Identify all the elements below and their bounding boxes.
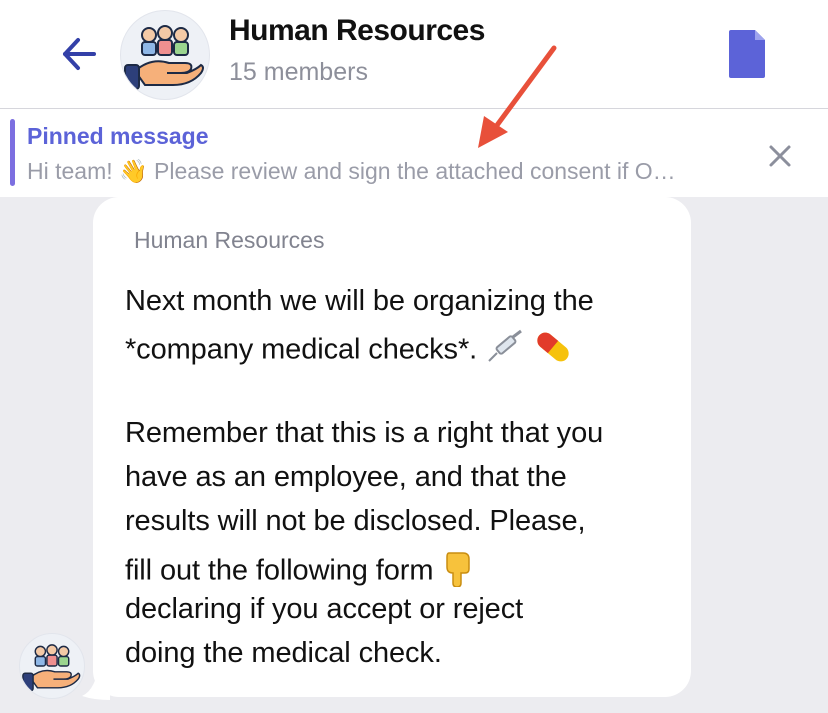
message-line: Remember that this is a right that you	[125, 417, 604, 449]
team-hand-icon	[22, 644, 81, 692]
pill-icon	[533, 329, 573, 373]
member-count: 15 members	[229, 58, 368, 86]
pinned-preview-text: Hi team! 👋 Please review and sign the at…	[27, 158, 676, 184]
message-line: results will not be disclosed. Please,	[125, 505, 586, 537]
document-icon	[729, 30, 765, 78]
pinned-accent-bar	[10, 119, 15, 186]
message-line: doing the medical check.	[125, 637, 442, 669]
pinned-title: Pinned message	[27, 123, 209, 149]
group-avatar[interactable]	[120, 10, 210, 100]
sender-avatar[interactable]	[19, 633, 85, 699]
message-line-text: *company medical checks*.	[125, 333, 478, 366]
syringe-icon	[485, 329, 525, 373]
message-line: Next month we will be organizing the	[125, 285, 594, 317]
message-sender: Human Resources	[134, 227, 325, 253]
message-line-text: fill out the following form	[125, 554, 434, 587]
team-hand-icon	[124, 25, 204, 90]
close-icon	[769, 145, 791, 167]
message-bubble[interactable]: Human Resources Next month we will be or…	[93, 197, 691, 697]
pointing-down-icon	[441, 549, 475, 595]
document-button[interactable]	[727, 28, 769, 80]
message-line: declaring if you accept or reject	[125, 593, 524, 625]
message-line: *company medical checks*.	[125, 329, 573, 373]
message-line: have as an employee, and that the	[125, 461, 567, 493]
back-button[interactable]	[56, 34, 104, 74]
arrow-left-icon	[63, 38, 96, 70]
chat-header: Human Resources 15 members	[0, 0, 828, 109]
group-title[interactable]: Human Resources	[229, 14, 485, 48]
pinned-message-bar[interactable]: Pinned message Hi team! 👋 Please review …	[0, 109, 828, 197]
message-line: fill out the following form	[125, 549, 475, 595]
pinned-close-button[interactable]	[764, 140, 796, 172]
